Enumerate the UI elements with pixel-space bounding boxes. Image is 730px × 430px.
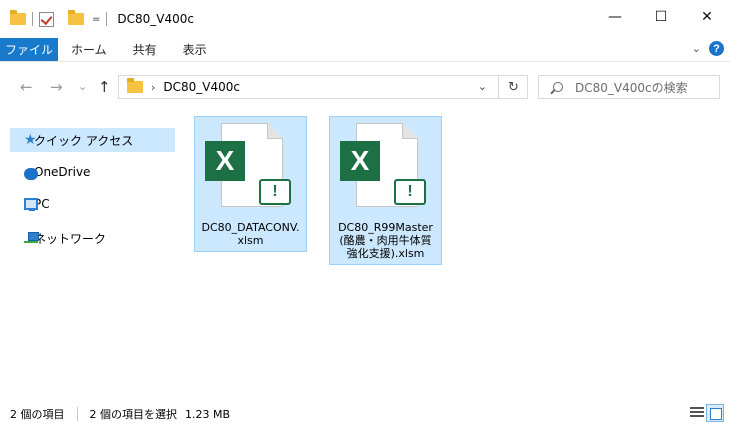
file-item[interactable]: X ! DC80_R99Master(酪農・肉用牛体質強化支援).xlsm — [329, 116, 442, 265]
large-icons-view-icon[interactable] — [706, 404, 724, 422]
minimize-button[interactable]: — — [592, 0, 638, 34]
expand-ribbon-button[interactable]: ⌄ — [692, 42, 701, 55]
maximize-button[interactable]: ☐ — [638, 0, 684, 34]
file-list: X ! DC80_DATACONV.xlsm X ! DC80_R99Maste… — [184, 112, 730, 398]
folder-icon — [127, 78, 143, 93]
file-icon-area: X ! — [330, 117, 443, 221]
refresh-button[interactable]: ↻ — [498, 75, 528, 99]
status-divider — [76, 407, 78, 421]
macro-icon: ! — [259, 179, 291, 205]
tab-view[interactable]: 表示 — [170, 38, 220, 61]
star-icon: ★ — [24, 132, 37, 148]
selection-count: 2 個の項目を選択 — [89, 408, 178, 421]
address-history-button[interactable]: ⌄ — [478, 80, 487, 93]
file-item[interactable]: X ! DC80_DATACONV.xlsm — [194, 116, 307, 252]
excel-icon: X — [340, 141, 380, 181]
address-bar[interactable]: › DC80_V400c ⌄ — [118, 75, 528, 99]
chevron-right-icon[interactable]: › — [151, 81, 155, 94]
folder-icon — [10, 10, 26, 25]
back-button[interactable]: ← — [20, 78, 33, 96]
toolbar-divider — [32, 12, 33, 26]
toolbar-divider — [106, 12, 108, 26]
address-row: ← → ⌄ ↑ › DC80_V400c ⌄ ↻ DC80_V400cの検索 — [0, 62, 730, 112]
search-placeholder: DC80_V400cの検索 — [575, 80, 688, 95]
forward-button[interactable]: → — [50, 78, 63, 96]
tab-share[interactable]: 共有 — [120, 38, 170, 61]
sidebar-item-label: クイック アクセス — [34, 133, 134, 148]
file-name[interactable]: DC80_R99Master(酪農・肉用牛体質強化支援).xlsm — [330, 221, 441, 264]
new-folder-icon[interactable] — [68, 10, 84, 25]
customize-toolbar-button[interactable]: = — [92, 14, 100, 25]
selection-size: 1.23 MB — [185, 407, 231, 421]
macro-icon: ! — [394, 179, 426, 205]
help-icon[interactable]: ? — [709, 41, 724, 56]
tab-file[interactable]: ファイル — [0, 38, 58, 61]
macro-mark: ! — [272, 183, 278, 200]
breadcrumb-current[interactable]: DC80_V400c — [163, 80, 240, 94]
sidebar-item-onedrive[interactable]: OneDrive — [10, 160, 175, 184]
details-view-icon[interactable] — [690, 407, 704, 419]
network-icon — [24, 232, 39, 244]
file-icon-area: X ! — [195, 117, 308, 221]
close-button[interactable]: ✕ — [684, 0, 730, 34]
ribbon-right: ⌄ ? — [692, 41, 724, 56]
ribbon-tabs: ファイル ホーム 共有 表示 ⌄ ? — [0, 38, 730, 62]
pc-icon — [24, 198, 38, 211]
sidebar-item-pc[interactable]: PC — [10, 192, 175, 216]
sidebar-item-network[interactable]: ネットワーク — [10, 226, 175, 250]
sidebar-item-quick-access[interactable]: ★ クイック アクセス — [10, 128, 175, 152]
sidebar-item-label: OneDrive — [34, 165, 91, 179]
quick-access-toolbar: = DC80_V400c — [0, 0, 194, 38]
cloud-icon — [24, 168, 38, 180]
item-count: 2 個の項目 — [10, 408, 65, 421]
up-button[interactable]: ↑ — [98, 78, 111, 96]
page-fold — [267, 123, 283, 139]
excel-icon: X — [205, 141, 245, 181]
macro-mark: ! — [407, 183, 413, 200]
window-title: DC80_V400c — [117, 12, 194, 26]
tab-home[interactable]: ホーム — [58, 38, 120, 61]
navigation-pane: ★ クイック アクセス OneDrive PC ネットワーク — [0, 112, 184, 398]
title-bar: = DC80_V400c — ☐ ✕ — [0, 0, 730, 38]
properties-icon[interactable] — [39, 11, 54, 27]
search-input[interactable]: DC80_V400cの検索 — [538, 75, 720, 99]
page-fold — [402, 123, 418, 139]
recent-locations-button[interactable]: ⌄ — [78, 80, 87, 93]
sidebar-item-label: ネットワーク — [34, 231, 107, 246]
window-controls: — ☐ ✕ — [592, 0, 730, 34]
status-bar: 2 個の項目 2 個の項目を選択 1.23 MB — [0, 398, 730, 430]
search-icon — [553, 82, 563, 92]
file-name[interactable]: DC80_DATACONV.xlsm — [195, 221, 306, 251]
